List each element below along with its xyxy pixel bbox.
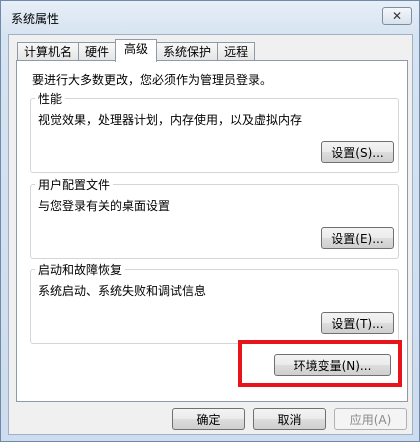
- window-title: 系统属性: [11, 12, 60, 26]
- tab-system-protection[interactable]: 系统保护: [156, 42, 219, 62]
- close-icon: ✕: [391, 9, 403, 23]
- user-profiles-settings-button[interactable]: 设置(E)...: [321, 227, 394, 249]
- tab-advanced[interactable]: 高级: [115, 39, 158, 62]
- cancel-button[interactable]: 取消: [253, 408, 326, 430]
- startup-recovery-legend: 启动和故障恢复: [35, 261, 126, 278]
- user-profiles-description: 与您登录有关的桌面设置: [38, 199, 171, 213]
- tab-remote[interactable]: 远程: [217, 42, 256, 62]
- tab-computer-name[interactable]: 计算机名: [17, 42, 80, 62]
- performance-group: 性能 视觉效果，处理器计划，内存使用，以及虚拟内存 设置(S)...: [30, 90, 399, 173]
- user-profiles-legend: 用户配置文件: [35, 176, 114, 193]
- startup-recovery-settings-button[interactable]: 设置(T)...: [321, 312, 394, 334]
- startup-recovery-group: 启动和故障恢复 系统启动、系统失败和调试信息 设置(T)...: [30, 261, 399, 344]
- performance-legend: 性能: [35, 90, 66, 107]
- close-button[interactable]: ✕: [382, 7, 412, 25]
- ok-button[interactable]: 确定: [172, 408, 245, 430]
- performance-description: 视觉效果，处理器计划，内存使用，以及虚拟内存: [38, 113, 303, 127]
- admin-notice: 要进行大多数更改，您必须作为管理员登录。: [32, 73, 273, 87]
- tab-strip: 计算机名 硬件 高级 系统保护 远程: [17, 39, 256, 62]
- apply-button[interactable]: 应用(A): [334, 408, 407, 430]
- tab-hardware[interactable]: 硬件: [78, 42, 117, 62]
- startup-recovery-description: 系统启动、系统失败和调试信息: [38, 284, 207, 298]
- env-variables-highlight-box: [238, 340, 402, 387]
- performance-settings-button[interactable]: 设置(S)...: [321, 141, 394, 163]
- user-profiles-group: 用户配置文件 与您登录有关的桌面设置 设置(E)...: [30, 176, 399, 259]
